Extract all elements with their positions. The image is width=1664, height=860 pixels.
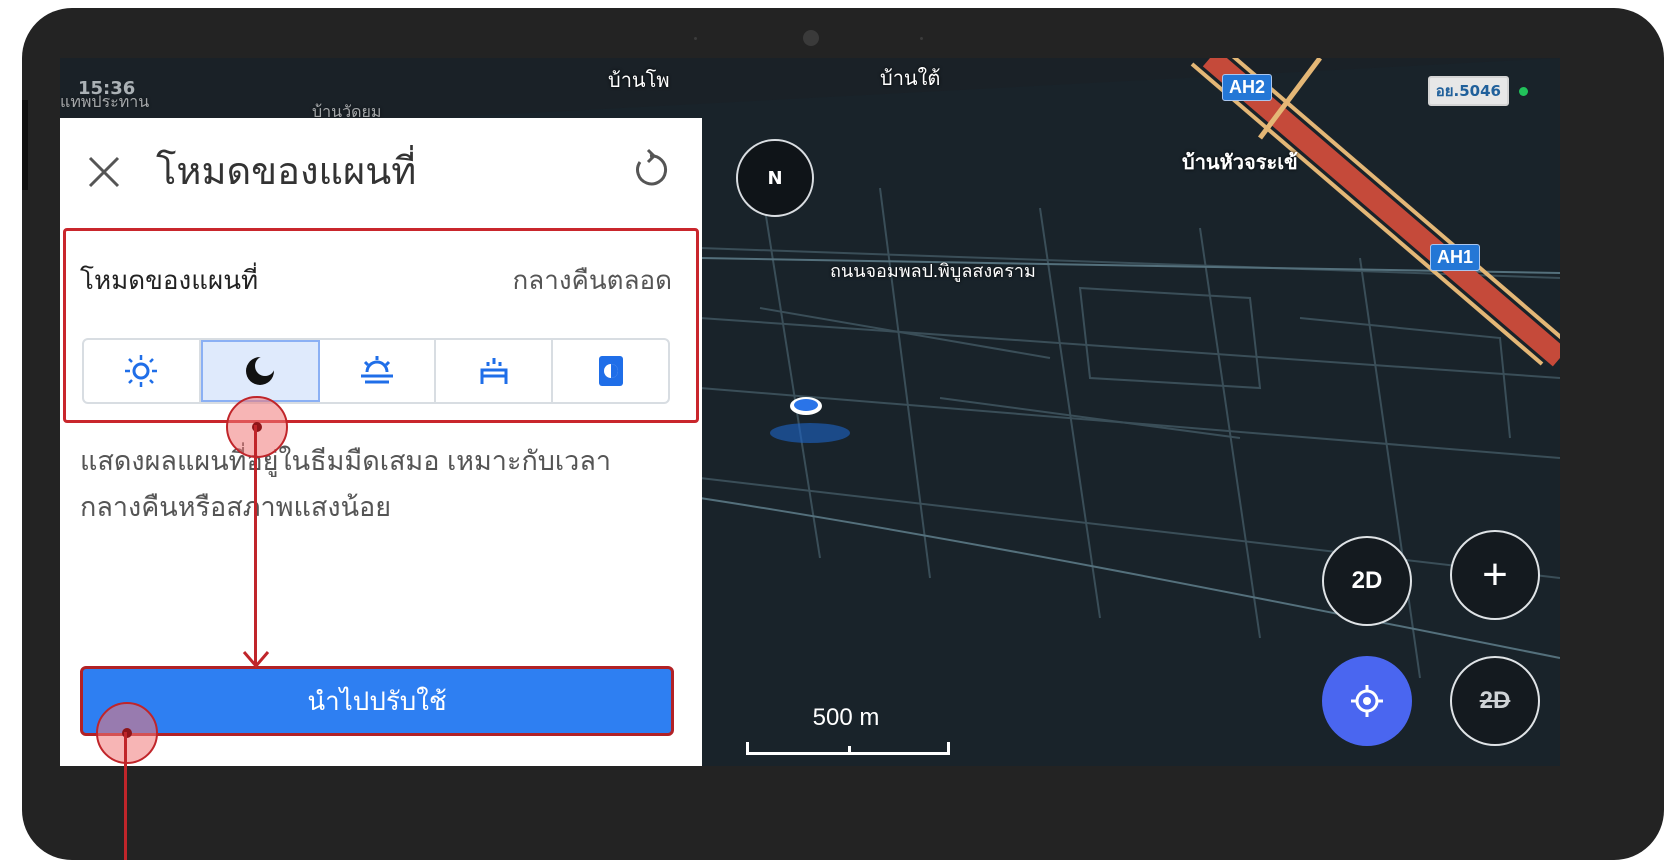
sensor-dot xyxy=(920,37,923,40)
screen: 15:36 อย.5046 บ้านโพ บ้านใต้ บ้านหัวจระเ… xyxy=(60,58,1560,766)
side-button xyxy=(22,100,28,190)
tap-indicator xyxy=(96,702,158,764)
sensor-dot xyxy=(694,37,697,40)
reset-icon[interactable] xyxy=(628,148,672,192)
scale-label: 500 m xyxy=(812,704,880,731)
map-mode-panel: โหมดของแผนที่ โหมดของแผนที่ กลางคืนตลอด xyxy=(60,118,702,766)
drag-arrow-line xyxy=(254,425,257,665)
close-icon[interactable] xyxy=(84,152,124,192)
mode-segmented-control xyxy=(82,338,670,404)
scale-bar: 500 m xyxy=(746,704,950,755)
panel-title: โหมดของแผนที่ xyxy=(156,151,417,193)
map-label: แทพประทาน xyxy=(60,94,150,111)
drag-arrow-line xyxy=(124,732,127,860)
sunset-icon xyxy=(480,358,508,384)
apply-button[interactable]: นำไปปรับใช้ xyxy=(80,666,674,736)
sunrise-icon xyxy=(360,356,393,384)
mode-description: แสดงผลแผนที่อยู่ในธีมมืดเสมอ เหมาะกับเวล… xyxy=(80,438,680,530)
compass-icon: N xyxy=(767,167,783,189)
view-2d-button[interactable]: 2D xyxy=(1322,536,1412,626)
status-bar-right: อย.5046 xyxy=(1427,76,1528,106)
mode-option-sunrise[interactable] xyxy=(320,340,437,402)
arrow-head-icon xyxy=(242,651,270,669)
auto-mode-icon xyxy=(598,356,623,386)
plate-badge: อย.5046 xyxy=(1427,76,1509,106)
mode-option-auto[interactable] xyxy=(553,340,668,402)
moon-icon xyxy=(246,356,276,385)
description-line: แสดงผลแผนที่อยู่ในธีมมืดเสมอ เหมาะกับเวล… xyxy=(80,446,612,476)
panel-header: โหมดของแผนที่ xyxy=(60,118,702,228)
map-label: บ้านหัวจระเข้ xyxy=(1182,152,1298,174)
sun-icon xyxy=(125,355,158,387)
highway-badge: AH2 xyxy=(1222,74,1273,101)
road-label: ถนนจอมพลป.พิบูลสงคราม xyxy=(830,261,1036,281)
map-label: บ้านใต้ xyxy=(880,68,941,90)
mode-option-night[interactable] xyxy=(200,340,320,402)
status-dot xyxy=(1519,86,1528,96)
view-2d-disabled-button[interactable]: 2D xyxy=(1450,656,1540,746)
scale-ruler xyxy=(746,742,950,755)
camera xyxy=(803,30,819,46)
mode-label: โหมดของแผนที่ xyxy=(80,265,259,295)
zoom-in-button[interactable]: + xyxy=(1450,530,1540,620)
mode-value: กลางคืนตลอด xyxy=(512,265,672,295)
highway-badge: AH1 xyxy=(1430,244,1481,271)
mode-option-sunset[interactable] xyxy=(436,340,554,402)
compass-button[interactable]: N xyxy=(736,139,814,217)
tap-indicator xyxy=(226,396,288,458)
map-label: บ้านโพ xyxy=(608,70,670,92)
target-icon xyxy=(1351,685,1383,717)
description-line: กลางคืนหรือสภาพแสงน้อย xyxy=(80,492,392,522)
locate-button[interactable] xyxy=(1322,656,1412,746)
mode-option-day[interactable] xyxy=(84,340,201,402)
